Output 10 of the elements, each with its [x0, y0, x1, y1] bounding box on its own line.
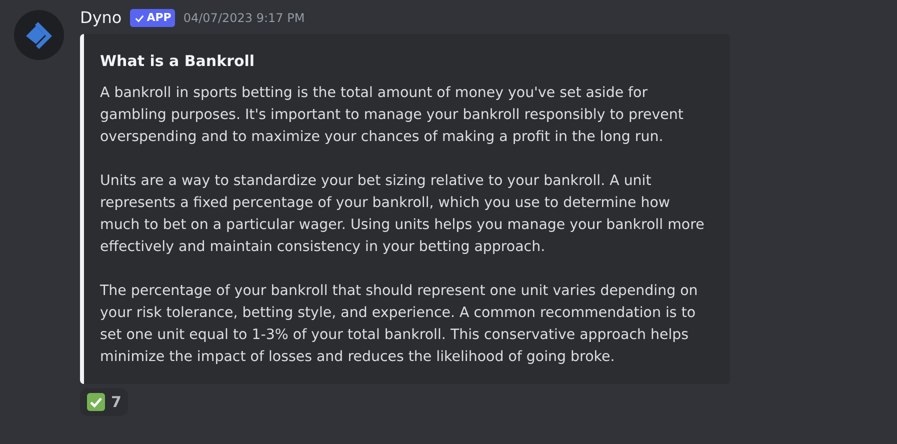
app-badge: APP — [130, 8, 176, 28]
reaction-button[interactable]: 7 — [80, 388, 128, 416]
embed-paragraph: The percentage of your bankroll that should represent one unit varies depending on your risk tolerance, betting style, and experience. A common recommendation is to set one unit equal to 1-3% of your total bankroll. This conservative approach helps minimize the impact of losses and reduces the likelihood of going broke. — [100, 282, 699, 366]
embed-paragraph: A bankroll in sports betting is the total amount of money you've set aside for gambling purposes. It's important to manage your bankroll responsibly to prevent overspending and to maximize your chances of making a profit in the long run. — [100, 84, 684, 146]
timestamp: 04/07/2023 9:17 PM — [183, 10, 305, 27]
author-name[interactable]: Dyno — [80, 6, 122, 30]
check-mark-icon — [87, 392, 105, 411]
avatar-icon[interactable] — [14, 10, 64, 60]
embed-title: What is a Bankroll — [100, 51, 256, 72]
embed-paragraph: Units are a way to standardize your bet sizing relative to your bankroll. A unit represents a fixed percentage of your bankroll, which you use to determine how much to bet on a particular wager. Using units helps you manage your bankroll more effectively and maintain consistency in your betting approach. — [100, 172, 706, 256]
